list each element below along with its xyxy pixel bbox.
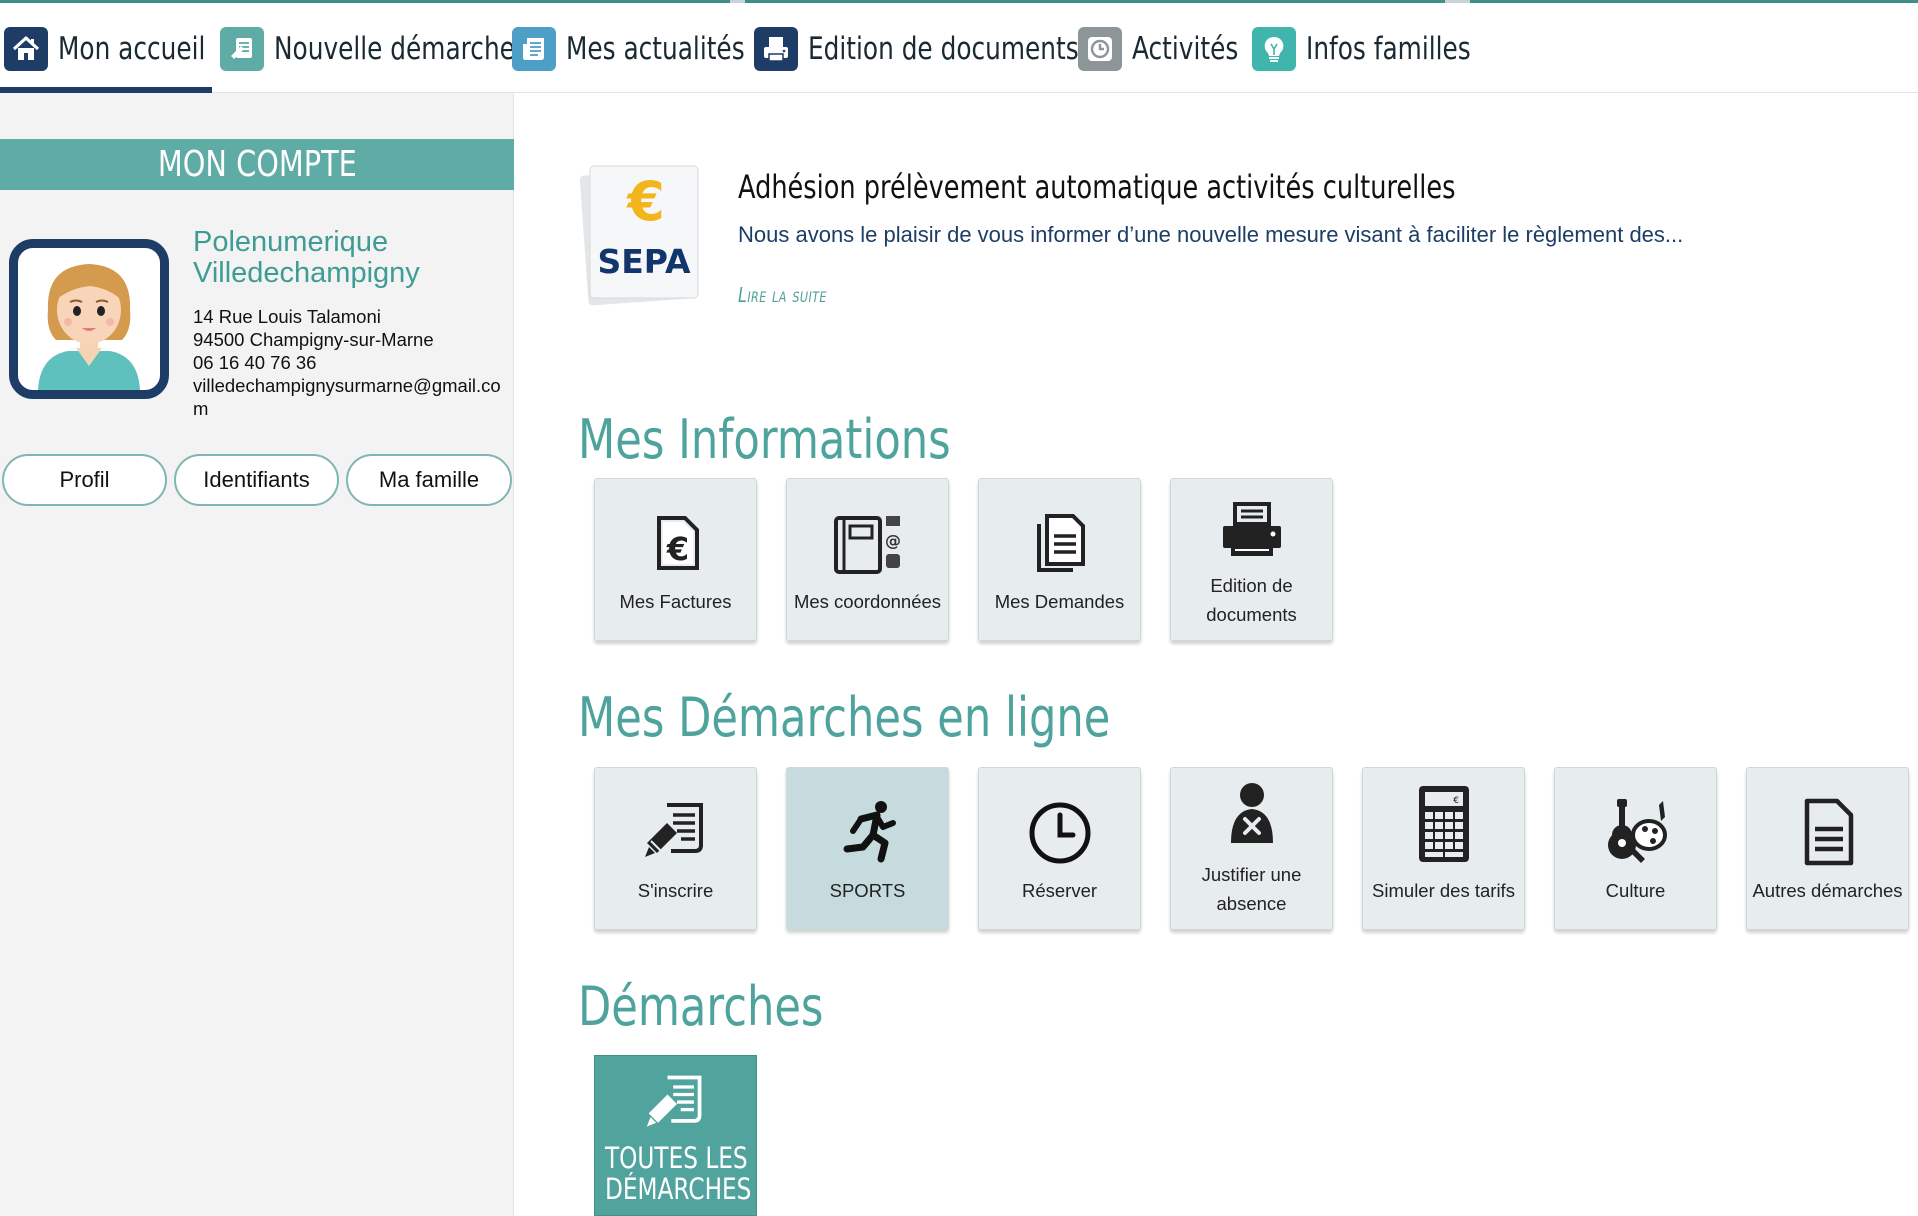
calculator-icon: € [1363, 786, 1524, 862]
invoice-euro-icon: € [595, 509, 756, 577]
nav-label: Edition de documents [808, 31, 1079, 67]
printer-icon [754, 27, 798, 71]
running-person-icon [787, 798, 948, 866]
news-title: Adhésion prélèvement automatique activit… [738, 168, 1456, 206]
svg-text:@: @ [885, 531, 901, 550]
news-icon [512, 27, 556, 71]
section-title-mes-demarches-en-ligne: Mes Démarches en ligne [578, 686, 1111, 749]
tile-label: S'inscrire [637, 880, 714, 901]
nav-item-mes-actualites[interactable]: Mes actualités [512, 21, 789, 77]
sepa-text: SEPA [597, 242, 690, 281]
address-city: 94500 Champigny-sur-Marne [193, 329, 434, 350]
identifiants-button[interactable]: Identifiants [174, 454, 339, 506]
tile-label: Justifier une absence [1201, 864, 1302, 914]
documents-icon [979, 509, 1140, 577]
tile-mes-demandes[interactable]: Mes Demandes [978, 478, 1141, 641]
absent-person-icon [1171, 780, 1332, 848]
user-avatar-illustration [38, 264, 140, 390]
home-icon [4, 27, 48, 71]
ma-famille-button[interactable]: Ma famille [346, 454, 512, 506]
phone-number: 06 16 40 76 36 [193, 352, 317, 373]
tile-sports[interactable]: SPORTS [786, 767, 949, 930]
profil-button[interactable]: Profil [2, 454, 167, 506]
tile-label: Mes Factures [619, 591, 732, 612]
nav-label: Mon accueil [58, 31, 206, 67]
account-header-title: MON COMPTE [157, 144, 357, 185]
read-more-link[interactable]: Lire la suite [738, 283, 849, 308]
tile-justifier-absence[interactable]: Justifier une absence [1170, 767, 1333, 930]
document-icon [1747, 798, 1908, 866]
lightbulb-icon [1252, 27, 1296, 71]
guitar-palette-icon [1555, 798, 1716, 866]
avatar [9, 239, 169, 399]
tile-culture[interactable]: Culture [1554, 767, 1717, 930]
nav-label: Mes actualités [566, 31, 745, 67]
signup-form-icon [595, 1070, 756, 1138]
main-navigation: Mon accueil Nouvelle démarche Mes actual… [0, 3, 1918, 95]
clock-icon [1078, 27, 1122, 71]
tile-mes-factures[interactable]: € Mes Factures [594, 478, 757, 641]
svg-text:€: € [1453, 796, 1459, 806]
email-address: villedechampignysurmarne@gmail.com [193, 375, 501, 419]
address-street: 14 Rue Louis Talamoni [193, 306, 381, 327]
tile-edition-documents[interactable]: Edition de documents [1170, 478, 1333, 641]
clock-icon [979, 798, 1140, 866]
svg-text:€: € [665, 530, 688, 568]
user-address: 14 Rue Louis Talamoni 94500 Champigny-su… [193, 305, 508, 420]
contact-book-icon: @ [787, 509, 948, 577]
euro-symbol: € [625, 170, 665, 233]
tile-label: Simuler des tarifs [1372, 880, 1515, 901]
form-icon [220, 27, 264, 71]
tile-reserver[interactable]: Réserver [978, 767, 1141, 930]
printer-icon [1171, 497, 1332, 565]
account-sidebar: MON COMPTE Polenumerique Villedechampign… [0, 93, 514, 1216]
tile-label: Mes coordonnées [793, 591, 942, 612]
tile-toutes-les-demarches[interactable]: TOUTES LES DÉMARCHES [594, 1055, 757, 1216]
tile-simuler-tarifs[interactable]: € Simuler des tarifs [1362, 767, 1525, 930]
user-name: Polenumerique Villedechampigny [193, 226, 420, 289]
account-header: MON COMPTE [0, 139, 514, 190]
tile-label: SPORTS [829, 880, 906, 901]
nav-item-activites[interactable]: Activités [1078, 21, 1265, 77]
nav-label: Nouvelle démarche [274, 31, 515, 67]
news-excerpt: Nous avons le plaisir de vous informer d… [738, 222, 1684, 247]
section-title-mes-informations: Mes Informations [578, 408, 951, 471]
nav-label: Infos familles [1306, 31, 1471, 67]
tile-label: Mes Demandes [994, 591, 1125, 612]
tile-label: Autres démarches [1752, 880, 1903, 901]
tile-label: Réserver [1021, 880, 1098, 901]
tile-mes-coordonnees[interactable]: @ Mes coordonnées [786, 478, 949, 641]
nav-label: Activités [1132, 31, 1239, 67]
tile-label: Culture [1605, 880, 1666, 901]
tile-s-inscrire[interactable]: S'inscrire [594, 767, 757, 930]
signup-form-icon [595, 798, 756, 866]
sepa-logo: € SEPA [579, 160, 702, 306]
tile-label: Edition de documents [1206, 575, 1297, 625]
nav-item-infos-familles[interactable]: Infos familles [1252, 21, 1512, 77]
tile-label: TOUTES LES DÉMARCHES [605, 1141, 752, 1206]
section-title-demarches: Démarches [578, 975, 824, 1038]
tile-autres-demarches[interactable]: Autres démarches [1746, 767, 1909, 930]
nav-item-mon-accueil[interactable]: Mon accueil [4, 21, 242, 77]
